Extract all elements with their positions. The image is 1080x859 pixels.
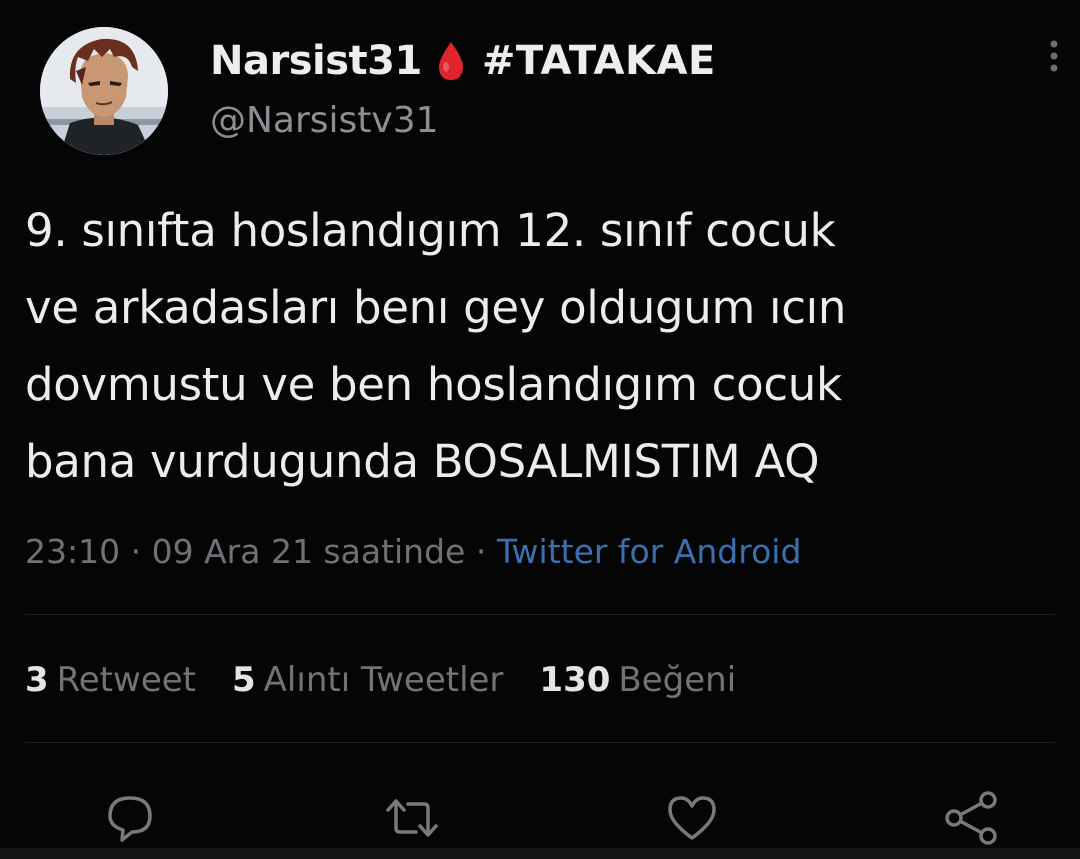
display-name[interactable]: Narsist31 <box>210 38 422 84</box>
tweet-date[interactable]: 09 Ara 21 saatinde <box>152 532 466 571</box>
avatar[interactable] <box>40 27 168 155</box>
divider <box>25 742 1055 743</box>
tweet-text-line: bana vurdugunda BOSALMISTIM AQ <box>25 435 820 488</box>
like-icon[interactable] <box>662 788 722 848</box>
tweet-stats: 3 Retweet 5 Alıntı Tweetler 130 Beğeni <box>25 660 736 700</box>
tweet-card: Narsist31 #TATAKAE @Narsistv31 9. sınıft… <box>0 0 1080 859</box>
more-icon[interactable] <box>1040 36 1068 76</box>
display-name-row: Narsist31 #TATAKAE <box>210 38 716 84</box>
action-bar <box>0 788 1080 848</box>
meta-separator: · <box>130 532 142 571</box>
quote-count: 5 <box>232 660 256 700</box>
tweet-text-line: ve arkadasları benı gey oldugum ıcın <box>25 281 847 334</box>
share-icon[interactable] <box>942 788 1002 848</box>
reply-icon[interactable] <box>100 788 160 848</box>
tweet-text-line: dovmustu ve ben hoslandıgım cocuk <box>25 358 842 411</box>
divider <box>25 614 1055 615</box>
drop-of-blood-icon <box>436 40 466 82</box>
bottom-strip <box>0 848 1080 859</box>
retweet-label: Retweet <box>56 660 196 700</box>
tweet-text-line: 9. sınıfta hoslandıgım 12. sınıf cocuk <box>25 204 836 257</box>
quote-stat[interactable]: 5 Alıntı Tweetler <box>232 660 503 700</box>
meta-separator: · <box>475 532 487 571</box>
like-count: 130 <box>539 660 611 700</box>
like-label: Beğeni <box>618 660 737 700</box>
quote-label: Alıntı Tweetler <box>263 660 504 700</box>
retweet-count: 3 <box>25 660 49 700</box>
tweet-source[interactable]: Twitter for Android <box>497 532 802 571</box>
tweet-meta: 23:10 · 09 Ara 21 saatinde · Twitter for… <box>25 532 801 571</box>
retweet-stat[interactable]: 3 Retweet <box>25 660 196 700</box>
hashtag: #TATAKAE <box>481 38 716 84</box>
retweet-icon[interactable] <box>382 788 442 848</box>
tweet-text: 9. sınıfta hoslandıgım 12. sınıf cocuk v… <box>25 192 1065 500</box>
user-handle[interactable]: @Narsistv31 <box>210 100 439 141</box>
tweet-time[interactable]: 23:10 <box>25 532 120 571</box>
like-stat[interactable]: 130 Beğeni <box>539 660 736 700</box>
